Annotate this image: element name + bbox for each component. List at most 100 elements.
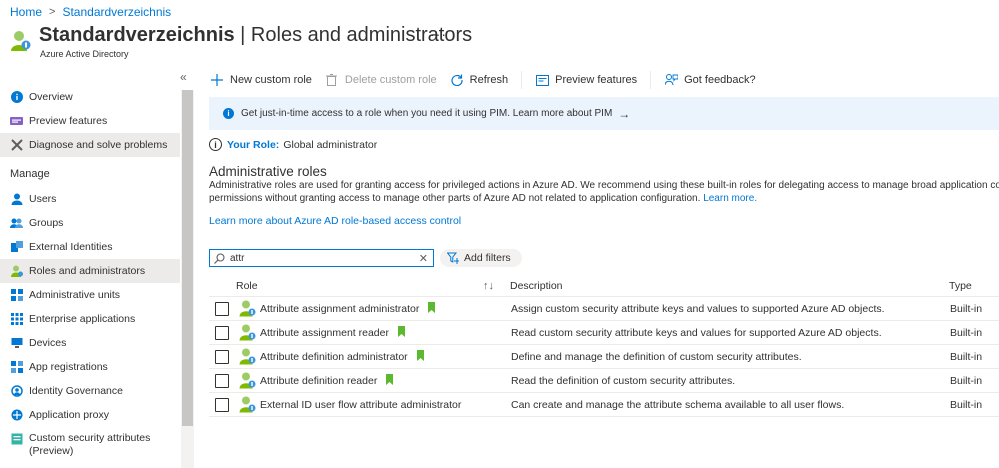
- plus-icon: [210, 73, 224, 87]
- role-description: Read custom security attribute keys and …: [511, 326, 882, 339]
- sidebar-item-app-registrations[interactable]: App registrations: [0, 355, 180, 379]
- role-description: Assign custom security attribute keys an…: [511, 302, 885, 315]
- filter-icon: [447, 252, 459, 264]
- column-header-description[interactable]: Description: [510, 280, 563, 292]
- sidebar-item-custom-security-attributes[interactable]: Custom security attributes (Preview): [0, 429, 180, 463]
- security-attributes-icon: [10, 432, 23, 445]
- sidebar-item-external-identities[interactable]: External Identities: [0, 235, 180, 259]
- trash-icon: [325, 73, 339, 87]
- toolbar-divider: [650, 71, 652, 89]
- collapse-sidebar-button[interactable]: «: [180, 70, 187, 84]
- role-type: Built-in: [950, 350, 983, 363]
- table-row[interactable]: Attribute assignment reader Read custom s…: [209, 321, 999, 345]
- role-icon: [239, 324, 256, 341]
- role-icon: [239, 348, 256, 365]
- governance-icon: [10, 385, 23, 398]
- role-header-icon: [11, 31, 31, 51]
- roles-table: Role ↑↓ Description Type Attribute assig…: [209, 275, 999, 417]
- role-icon: [239, 300, 256, 317]
- role-type: Built-in: [950, 398, 983, 411]
- row-checkbox[interactable]: [215, 301, 229, 316]
- role-name-link[interactable]: Attribute assignment reader: [260, 326, 405, 339]
- table-row[interactable]: Attribute assignment administrator Assign…: [209, 297, 999, 321]
- sidebar-item-users[interactable]: Users: [0, 187, 180, 211]
- sidebar-item-identity-governance[interactable]: Identity Governance: [0, 379, 180, 403]
- preview-features-button[interactable]: Preview features: [535, 73, 637, 87]
- user-icon: [10, 193, 23, 206]
- wrench-icon: [10, 139, 23, 152]
- sidebar-item-overview[interactable]: Overview: [0, 85, 180, 109]
- bookmark-icon: [428, 302, 436, 313]
- add-filters-button[interactable]: Add filters: [440, 249, 522, 267]
- column-header-role[interactable]: Role: [236, 280, 258, 292]
- sidebar-item-application-proxy[interactable]: Application proxy: [0, 403, 180, 427]
- refresh-button[interactable]: Refresh: [450, 73, 508, 87]
- role-icon: [239, 396, 256, 413]
- sort-icon[interactable]: ↑↓: [483, 280, 494, 292]
- more-options-button[interactable]: ···: [430, 26, 447, 42]
- sidebar-item-enterprise-applications[interactable]: Enterprise applications: [0, 307, 180, 331]
- app-registrations-icon: [10, 361, 23, 374]
- bookmark-icon: [416, 350, 424, 361]
- column-header-type[interactable]: Type: [949, 280, 972, 292]
- your-role-label: Your Role:: [227, 138, 280, 151]
- breadcrumb-home[interactable]: Home: [10, 5, 42, 19]
- role-name-link[interactable]: Attribute definition administrator: [260, 350, 424, 363]
- search-input[interactable]: [230, 252, 410, 264]
- delete-custom-role-button[interactable]: Delete custom role: [325, 73, 437, 87]
- sidebar-scrollbar-thumb[interactable]: [182, 90, 193, 426]
- sidebar-item-roles-and-administrators[interactable]: Roles and administrators: [0, 259, 180, 283]
- rbac-learn-more-link[interactable]: Learn more about Azure AD role-based acc…: [209, 215, 461, 227]
- refresh-icon: [450, 73, 464, 87]
- row-checkbox[interactable]: [215, 325, 229, 340]
- role-type: Built-in: [950, 302, 983, 315]
- role-icon: [239, 372, 256, 389]
- toolbar-divider: [521, 71, 523, 89]
- table-row[interactable]: Attribute definition reader Read the defi…: [209, 369, 999, 393]
- enterprise-apps-icon: [10, 313, 23, 326]
- admin-units-icon: [10, 289, 23, 302]
- command-bar: New custom role Delete custom role Refre…: [210, 70, 769, 90]
- section-title: Administrative roles: [209, 164, 327, 179]
- breadcrumb-directory[interactable]: Standardverzeichnis: [62, 5, 171, 19]
- role-name-link[interactable]: Attribute assignment administrator: [260, 302, 436, 315]
- feedback-button[interactable]: Got feedback?: [664, 73, 756, 87]
- row-checkbox[interactable]: [215, 397, 229, 412]
- external-identities-icon: [10, 241, 23, 254]
- table-row[interactable]: External ID user flow attribute administ…: [209, 393, 999, 417]
- app-proxy-icon: [10, 409, 23, 422]
- role-description: Can create and manage the attribute sche…: [511, 398, 845, 411]
- search-icon: [214, 252, 225, 264]
- sidebar-section-manage: Manage: [10, 168, 50, 180]
- group-icon: [10, 217, 23, 230]
- role-description: Define and manage the definition of cust…: [511, 350, 802, 363]
- page-subtitle: Azure Active Directory: [40, 49, 129, 59]
- page-title: Standardverzeichnis | Roles and administ…: [39, 24, 473, 46]
- learn-more-link[interactable]: Learn more.: [703, 193, 757, 204]
- arrow-right-icon[interactable]: →: [618, 107, 630, 121]
- sidebar-item-devices[interactable]: Devices: [0, 331, 180, 355]
- role-name-link[interactable]: Attribute definition reader: [260, 374, 394, 387]
- info-circle-icon: i: [209, 138, 222, 151]
- your-role-value: Global administrator: [283, 138, 378, 151]
- banner-text[interactable]: Get just-in-time access to a role when y…: [241, 108, 612, 119]
- your-role: i Your Role: Global administrator: [209, 138, 377, 151]
- sidebar-item-diagnose[interactable]: Diagnose and solve problems: [0, 133, 180, 157]
- clear-search-icon[interactable]: ✕: [419, 252, 428, 265]
- role-name-link[interactable]: External ID user flow attribute administ…: [260, 399, 461, 411]
- sidebar-item-administrative-units[interactable]: Administrative units: [0, 283, 180, 307]
- breadcrumb: Home > Standardverzeichnis: [10, 4, 171, 20]
- preview-icon: [10, 115, 23, 128]
- row-checkbox[interactable]: [215, 349, 229, 364]
- row-checkbox[interactable]: [215, 373, 229, 388]
- table-row[interactable]: Attribute definition administrator Define…: [209, 345, 999, 369]
- info-icon: i: [223, 108, 234, 119]
- bookmark-icon: [397, 326, 405, 337]
- role-icon: [10, 265, 23, 278]
- sidebar-item-preview-features[interactable]: Preview features: [0, 109, 180, 133]
- pim-info-banner: i Get just-in-time access to a role when…: [209, 97, 999, 130]
- preview-features-icon: [535, 73, 549, 87]
- breadcrumb-chevron-icon: >: [49, 6, 56, 18]
- sidebar-item-groups[interactable]: Groups: [0, 211, 180, 235]
- new-custom-role-button[interactable]: New custom role: [210, 73, 312, 87]
